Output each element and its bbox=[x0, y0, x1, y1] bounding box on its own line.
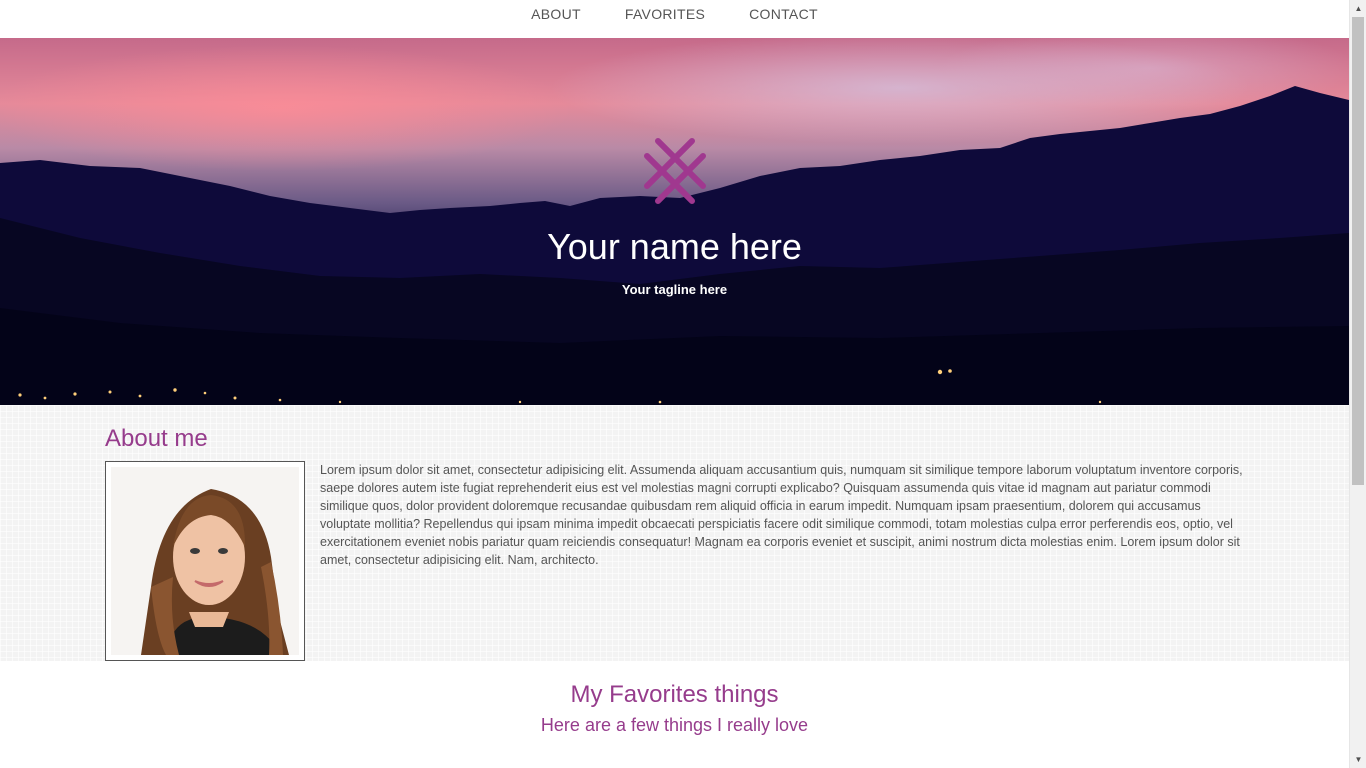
scroll-up-arrow-icon[interactable]: ▲ bbox=[1350, 0, 1366, 17]
hero-banner: Your name here Your tagline here bbox=[0, 38, 1349, 405]
nav-about-link[interactable]: ABOUT bbox=[509, 0, 603, 28]
page: ABOUT FAVORITES CONTACT Your name here Y… bbox=[0, 0, 1349, 768]
about-section: About me Lorem ipsum dolor sit amet, con… bbox=[0, 405, 1349, 661]
about-title: About me bbox=[105, 425, 208, 452]
favorites-title: My Favorites things bbox=[570, 681, 779, 708]
profile-photo bbox=[105, 461, 305, 661]
portrait-image bbox=[111, 467, 299, 655]
top-nav: ABOUT FAVORITES CONTACT bbox=[0, 0, 1349, 38]
hero-content: Your name here Your tagline here bbox=[0, 136, 1349, 297]
hero-title: Your name here bbox=[547, 226, 802, 267]
crossed-lines-logo-icon bbox=[643, 138, 706, 204]
hero-tagline: Your tagline here bbox=[621, 282, 728, 297]
portrait-illustration bbox=[111, 467, 299, 655]
vertical-scrollbar[interactable]: ▲ ▼ bbox=[1349, 0, 1366, 768]
scroll-down-arrow-icon[interactable]: ▼ bbox=[1350, 751, 1366, 768]
favorites-subtitle: Here are a few things I really love bbox=[540, 715, 809, 735]
scroll-thumb[interactable] bbox=[1352, 17, 1364, 485]
nav-contact-link[interactable]: CONTACT bbox=[727, 0, 840, 28]
nav-favorites-link[interactable]: FAVORITES bbox=[603, 0, 727, 28]
favorites-section: My Favorites things Here are a few thing… bbox=[0, 661, 1349, 736]
about-text: Lorem ipsum dolor sit amet, consectetur … bbox=[320, 463, 1243, 567]
